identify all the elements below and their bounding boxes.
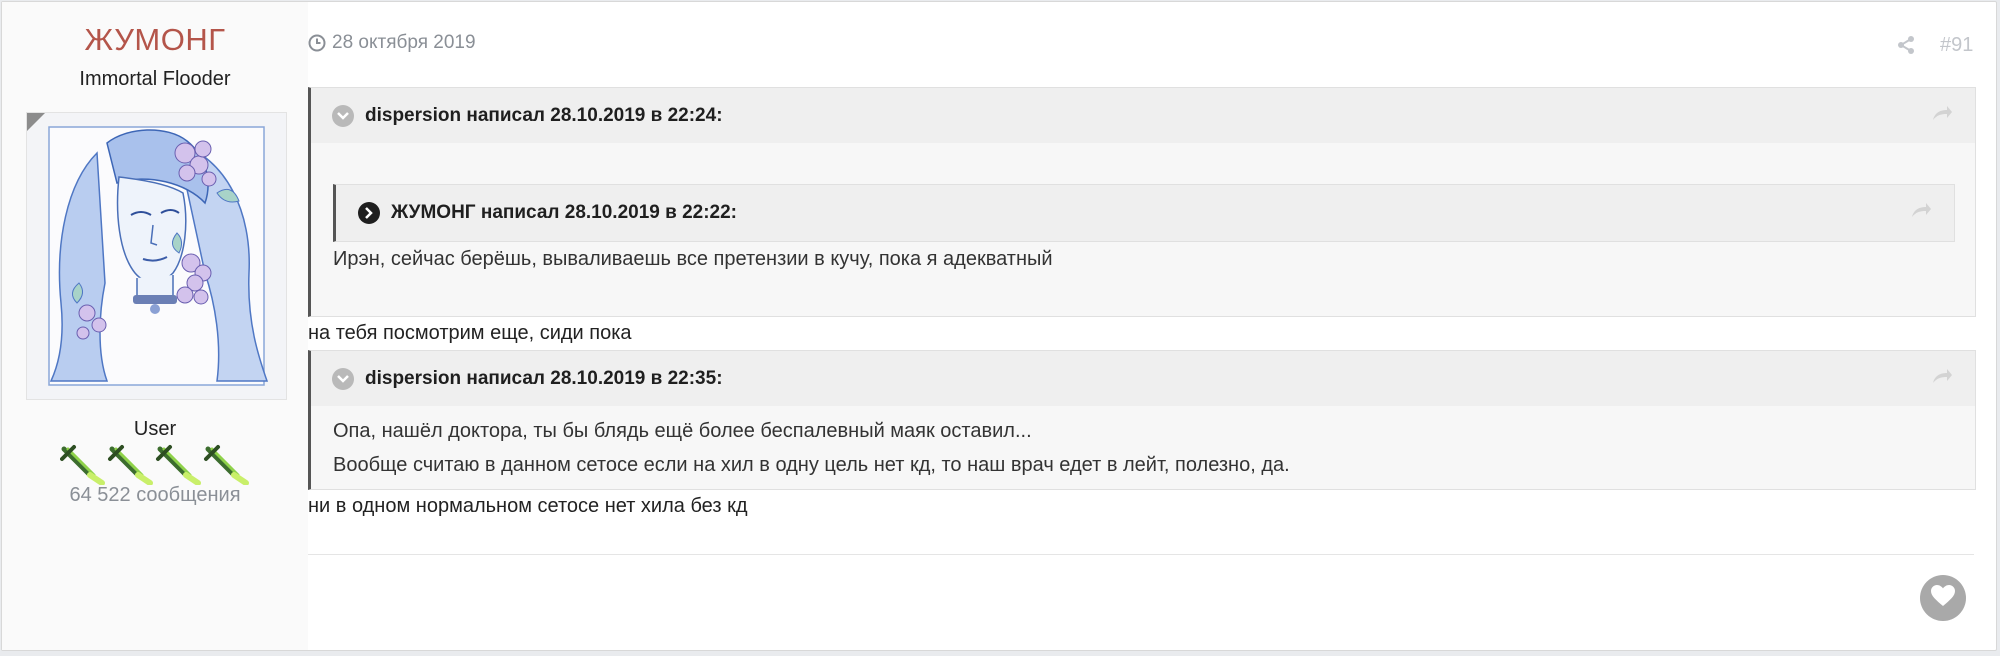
post-date-link[interactable]: 28 октября 2019 (308, 32, 476, 54)
collapse-toggle-icon[interactable] (332, 367, 354, 390)
quote-block: dispersion написал 28.10.2019 в 22:24: Ж… (308, 87, 1976, 317)
share-icon[interactable] (1896, 35, 1916, 60)
collapse-toggle-icon[interactable] (332, 104, 354, 127)
author-panel: ЖУМОНГ Immortal Flooder User 64 522 сооб… (2, 2, 308, 650)
quote-line: Ирэн, сейчас берёшь, вываливаешь все пре… (333, 248, 1053, 270)
reply-text-1: на тебя посмотрим еще, сиди пока (308, 322, 632, 344)
rank-sword-icon (60, 445, 105, 486)
quote-citation: dispersion написал 28.10.2019 в 22:24: (311, 88, 1975, 143)
author-name[interactable]: ЖУМОНГ (2, 22, 308, 58)
avatar[interactable] (26, 112, 287, 400)
quote-text: Ирэн, сейчас берёшь, вываливаешь все пре… (333, 242, 1953, 276)
author-title: Immortal Flooder (79, 68, 231, 90)
heart-icon (1930, 584, 1956, 613)
forum-post: ЖУМОНГ Immortal Flooder User 64 522 сооб… (1, 1, 1997, 651)
go-to-quote-icon[interactable] (1931, 367, 1953, 391)
avatar-drawing (27, 113, 286, 399)
nested-quote-block: ЖУМОНГ написал 28.10.2019 в 22:22: (333, 184, 1955, 242)
nested-quote-author-line: ЖУМОНГ написал 28.10.2019 в 22:22: (391, 201, 738, 223)
clock-icon (308, 34, 326, 52)
quote-author-line: dispersion написал 28.10.2019 в 22:35: (365, 367, 723, 389)
quote-line: Вообще считаю в данном сетосе если на хи… (333, 454, 1290, 476)
go-to-quote-icon[interactable] (1910, 201, 1932, 225)
quote-line: Опа, нашёл доктора, ты бы блядь ещё боле… (333, 420, 1032, 442)
nested-quote-citation: ЖУМОНГ написал 28.10.2019 в 22:22: (336, 185, 1954, 240)
author-post-count[interactable]: 64 522 сообщения (2, 484, 308, 507)
author-group: User (133, 418, 177, 440)
post-number[interactable]: #91 (1940, 34, 1973, 57)
like-button[interactable] (1920, 575, 1966, 621)
quote-citation: dispersion написал 28.10.2019 в 22:35: (311, 351, 1975, 406)
quote-block: dispersion написал 28.10.2019 в 22:35: О… (308, 350, 1976, 490)
quote-text: Опа, нашёл доктора, ты бы блядь ещё боле… (333, 414, 1953, 482)
avatar-corner-mark (27, 113, 45, 131)
go-to-quote-icon[interactable] (1931, 104, 1953, 128)
post-date: 28 октября 2019 (332, 32, 476, 53)
post-divider (308, 554, 1974, 555)
expand-toggle-icon[interactable] (358, 201, 380, 224)
reply-text-2: ни в одном нормальном сетосе нет хила бе… (308, 495, 748, 517)
rank-icons (60, 443, 252, 486)
quote-author-line: dispersion написал 28.10.2019 в 22:24: (365, 104, 723, 126)
